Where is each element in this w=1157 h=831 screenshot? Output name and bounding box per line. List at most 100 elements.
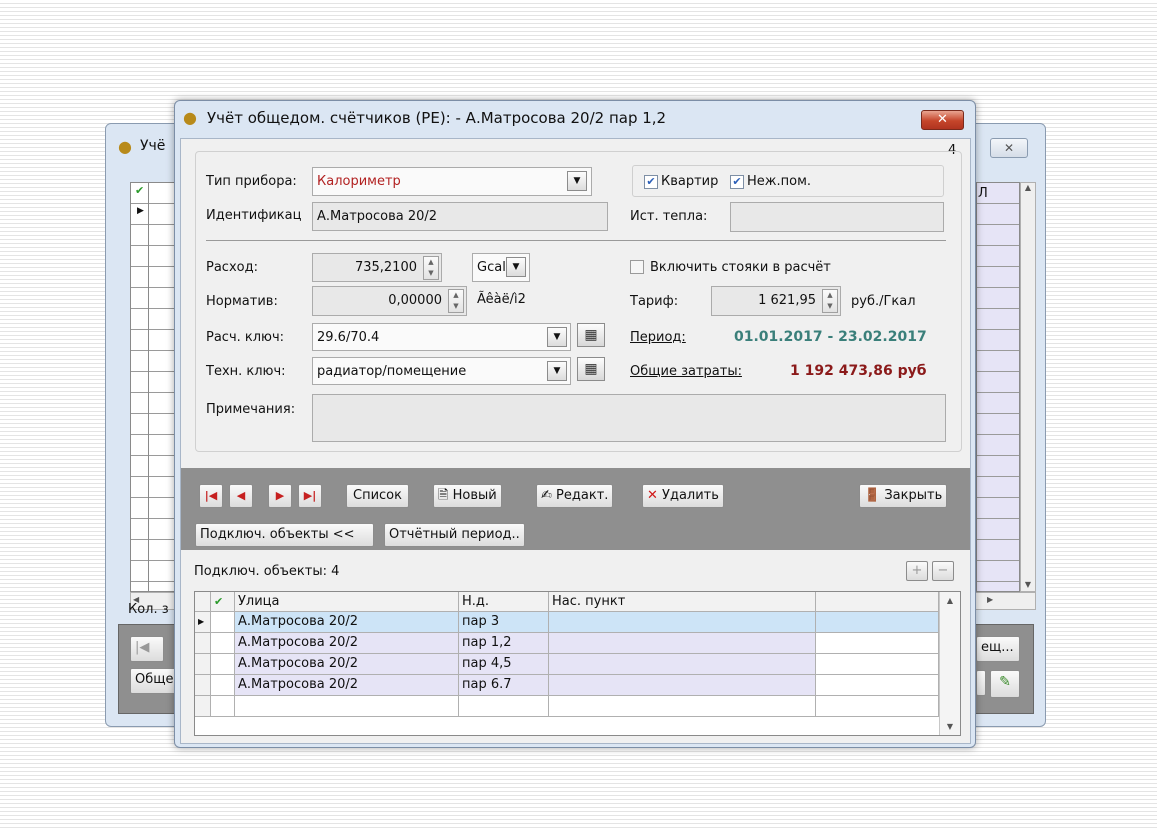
consumption-field[interactable]: 735,2100 ▲ ▼ bbox=[312, 253, 442, 282]
cell-settlement[interactable] bbox=[549, 654, 816, 675]
row-check-cell[interactable] bbox=[211, 612, 235, 633]
cell-extra[interactable] bbox=[816, 696, 939, 717]
cell-street[interactable]: А.Матросова 20/2 bbox=[235, 612, 459, 633]
edit-button-label: Редакт. bbox=[556, 488, 609, 503]
scroll-up-icon[interactable]: ▲ bbox=[940, 596, 960, 605]
norm-field[interactable]: 0,00000 ▲ ▼ bbox=[312, 286, 467, 316]
total-costs-link[interactable]: Общие затраты: bbox=[630, 364, 742, 379]
edit-button[interactable]: ✍ Редакт. bbox=[536, 484, 614, 508]
list-button[interactable]: Список bbox=[346, 484, 409, 508]
close-button[interactable]: ✕ bbox=[921, 110, 964, 130]
spin-up-icon[interactable]: ▲ bbox=[428, 258, 433, 266]
background-grid-right[interactable] bbox=[976, 182, 1020, 592]
background-first-button[interactable]: |◀ bbox=[130, 636, 164, 662]
background-count-label: Кол. з bbox=[128, 602, 169, 617]
cell-extra[interactable] bbox=[816, 675, 939, 696]
notes-field[interactable] bbox=[312, 394, 946, 442]
scroll-right-icon[interactable]: ▶ bbox=[987, 595, 993, 604]
exit-door-icon: 🚪 bbox=[864, 488, 881, 503]
tech-key-select[interactable]: радиатор/помещение ▼ bbox=[312, 357, 571, 385]
calc-key-select[interactable]: 29.6/70.4 ▼ bbox=[312, 323, 571, 351]
cell-settlement[interactable] bbox=[549, 696, 816, 717]
device-type-select[interactable]: Калориметр ▼ bbox=[312, 167, 592, 196]
spin-down-icon[interactable]: ▼ bbox=[453, 302, 458, 310]
cell-house[interactable]: пар 6.7 bbox=[459, 675, 549, 696]
cell-house[interactable]: пар 3 bbox=[459, 612, 549, 633]
app-icon: ● bbox=[118, 137, 132, 156]
report-period-button[interactable]: Отчётный период.. bbox=[384, 523, 525, 547]
row-check-cell[interactable] bbox=[211, 633, 235, 654]
column-header-house[interactable]: Н.д. bbox=[459, 592, 549, 612]
cell-extra[interactable] bbox=[816, 633, 939, 654]
nonresidential-checkbox[interactable]: ✔ bbox=[730, 175, 744, 189]
column-header-settlement[interactable]: Нас. пункт bbox=[549, 592, 816, 612]
column-header-street[interactable]: Улица bbox=[235, 592, 459, 612]
calc-key-edit-button[interactable]: ▦ bbox=[577, 323, 605, 347]
cell-extra[interactable] bbox=[816, 612, 939, 633]
cell-street[interactable]: А.Матросова 20/2 bbox=[235, 633, 459, 654]
apartments-checkbox[interactable]: ✔ bbox=[644, 175, 658, 189]
edit-table-icon: ▦ bbox=[584, 361, 598, 377]
remove-object-button[interactable]: − bbox=[932, 561, 954, 581]
device-type-value: Калориметр bbox=[317, 174, 401, 189]
cell-house[interactable]: пар 1,2 bbox=[459, 633, 549, 654]
background-small-button[interactable] bbox=[976, 670, 986, 696]
chevron-down-icon[interactable]: ▼ bbox=[567, 171, 587, 191]
check-icon: ✔ bbox=[135, 184, 145, 197]
cell-house[interactable]: пар 4,5 bbox=[459, 654, 549, 675]
period-link[interactable]: Период: bbox=[630, 330, 686, 345]
identifier-field[interactable]: А.Матросова 20/2 bbox=[312, 202, 608, 231]
chevron-down-icon[interactable]: ▼ bbox=[547, 327, 567, 347]
scroll-down-icon[interactable]: ▼ bbox=[940, 722, 960, 731]
consumption-spinner[interactable]: ▲ ▼ bbox=[423, 256, 439, 280]
close-form-button[interactable]: 🚪 Закрыть bbox=[859, 484, 948, 508]
cell-street[interactable]: А.Матросова 20/2 bbox=[235, 654, 459, 675]
previous-record-button[interactable]: ◀ bbox=[229, 484, 253, 508]
connected-objects-button[interactable]: Подключ. объекты << bbox=[195, 523, 374, 547]
spin-down-icon[interactable]: ▼ bbox=[428, 269, 433, 277]
cell-house[interactable] bbox=[459, 696, 549, 717]
delete-button[interactable]: ✕ Удалить bbox=[642, 484, 724, 508]
new-button[interactable]: 🗎 Новый bbox=[433, 484, 502, 508]
include-risers-checkbox[interactable] bbox=[630, 260, 644, 274]
unit-select[interactable]: Gcal ▼ bbox=[472, 253, 530, 282]
background-report-button[interactable]: ✎ bbox=[990, 670, 1020, 698]
background-general-button[interactable]: Обще bbox=[130, 668, 176, 694]
add-object-button[interactable]: + bbox=[906, 561, 928, 581]
background-grid-header: Л bbox=[978, 186, 988, 201]
background-window-title: Учё bbox=[140, 138, 166, 154]
scroll-down-icon[interactable]: ▼ bbox=[1021, 580, 1035, 589]
spin-down-icon[interactable]: ▼ bbox=[827, 302, 832, 310]
heat-source-field[interactable] bbox=[730, 202, 944, 232]
row-check-cell[interactable] bbox=[211, 675, 235, 696]
background-rooms-button[interactable]: ещ... bbox=[976, 636, 1020, 662]
background-close-button[interactable]: ✕ bbox=[990, 138, 1028, 158]
tariff-spinner[interactable]: ▲ ▼ bbox=[822, 289, 838, 313]
row-check-cell[interactable] bbox=[211, 654, 235, 675]
row-check-cell[interactable] bbox=[211, 696, 235, 717]
first-record-button[interactable]: |◀ bbox=[199, 484, 223, 508]
chevron-down-icon[interactable]: ▼ bbox=[506, 257, 526, 277]
previous-icon: ◀ bbox=[236, 489, 246, 502]
spin-up-icon[interactable]: ▲ bbox=[453, 291, 458, 299]
nonresidential-label: Неж.пом. bbox=[747, 174, 812, 189]
chevron-down-icon[interactable]: ▼ bbox=[547, 361, 567, 381]
cell-street[interactable] bbox=[235, 696, 459, 717]
delete-button-label: Удалить bbox=[662, 488, 719, 503]
cell-extra[interactable] bbox=[816, 654, 939, 675]
grid-scrollbar[interactable]: ▲ ▼ bbox=[939, 592, 960, 735]
dialog-title: Учёт общедом. счётчиков (PE): - А.Матрос… bbox=[207, 109, 667, 127]
norm-spinner[interactable]: ▲ ▼ bbox=[448, 289, 464, 313]
next-record-button[interactable]: ▶ bbox=[268, 484, 292, 508]
cell-settlement[interactable] bbox=[549, 633, 816, 654]
last-record-button[interactable]: ▶| bbox=[298, 484, 322, 508]
background-scrollbar[interactable]: ▲ ▼ bbox=[1020, 182, 1036, 592]
scroll-up-icon[interactable]: ▲ bbox=[1021, 183, 1035, 192]
tech-key-edit-button[interactable]: ▦ bbox=[577, 357, 605, 381]
tariff-field[interactable]: 1 621,95 ▲ ▼ bbox=[711, 286, 841, 316]
cell-street[interactable]: А.Матросова 20/2 bbox=[235, 675, 459, 696]
cell-settlement[interactable] bbox=[549, 675, 816, 696]
row-indicator: ▶ bbox=[195, 612, 211, 633]
spin-up-icon[interactable]: ▲ bbox=[827, 291, 832, 299]
cell-settlement[interactable] bbox=[549, 612, 816, 633]
